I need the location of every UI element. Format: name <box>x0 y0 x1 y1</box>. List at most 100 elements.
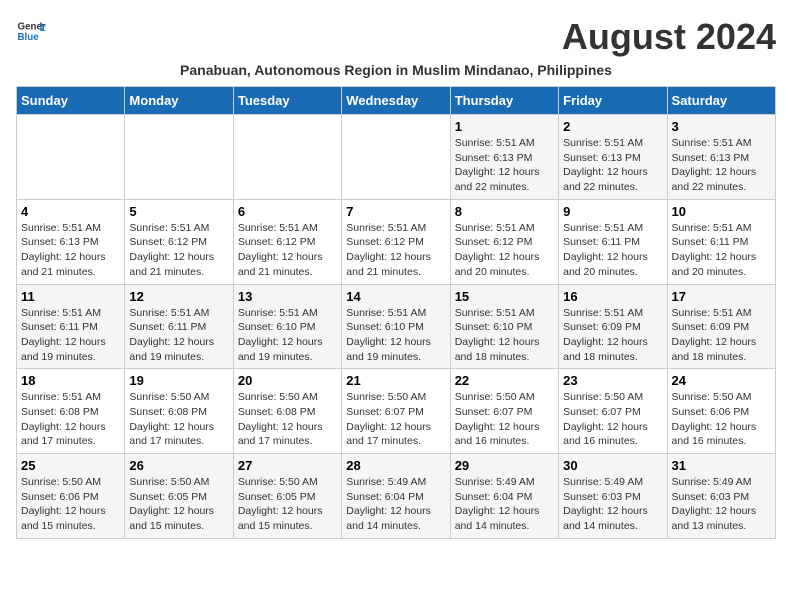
day-header-monday: Monday <box>125 87 233 115</box>
day-info: Sunrise: 5:50 AM Sunset: 6:07 PM Dayligh… <box>563 390 662 449</box>
day-info: Sunrise: 5:51 AM Sunset: 6:10 PM Dayligh… <box>346 306 445 365</box>
day-number: 31 <box>672 458 771 473</box>
day-info: Sunrise: 5:51 AM Sunset: 6:13 PM Dayligh… <box>455 136 554 195</box>
day-number: 21 <box>346 373 445 388</box>
calendar-cell: 9 Sunrise: 5:51 AM Sunset: 6:11 PM Daylig… <box>559 199 667 284</box>
calendar-cell <box>342 115 450 200</box>
day-info: Sunrise: 5:51 AM Sunset: 6:11 PM Dayligh… <box>563 221 662 280</box>
day-number: 14 <box>346 289 445 304</box>
calendar-cell: 25 Sunrise: 5:50 AM Sunset: 6:06 PM Dayli… <box>17 454 125 539</box>
day-number: 6 <box>238 204 337 219</box>
calendar-cell: 18Sunrise: 5:51 AM Sunset: 6:08 PM Dayli… <box>17 369 125 454</box>
day-number: 9 <box>563 204 662 219</box>
day-info: Sunrise: 5:51 AM Sunset: 6:12 PM Dayligh… <box>455 221 554 280</box>
calendar-cell: 17 Sunrise: 5:51 AM Sunset: 6:09 PM Dayli… <box>667 284 775 369</box>
calendar-cell: 1 Sunrise: 5:51 AM Sunset: 6:13 PM Daylig… <box>450 115 558 200</box>
day-info: Sunrise: 5:51 AM Sunset: 6:09 PM Dayligh… <box>563 306 662 365</box>
day-info: Sunrise: 5:51 AM Sunset: 6:12 PM Dayligh… <box>238 221 337 280</box>
calendar-cell: 27 Sunrise: 5:50 AM Sunset: 6:05 PM Dayli… <box>233 454 341 539</box>
day-info: Sunrise: 5:50 AM Sunset: 6:06 PM Dayligh… <box>672 390 771 449</box>
day-header-saturday: Saturday <box>667 87 775 115</box>
calendar-body: 1 Sunrise: 5:51 AM Sunset: 6:13 PM Daylig… <box>17 115 776 539</box>
day-number: 25 <box>21 458 120 473</box>
calendar-cell: 4 Sunrise: 5:51 AM Sunset: 6:13 PM Daylig… <box>17 199 125 284</box>
calendar-cell: 11Sunrise: 5:51 AM Sunset: 6:11 PM Dayli… <box>17 284 125 369</box>
day-number: 27 <box>238 458 337 473</box>
calendar-cell: 7 Sunrise: 5:51 AM Sunset: 6:12 PM Daylig… <box>342 199 450 284</box>
day-info: Sunrise: 5:51 AM Sunset: 6:13 PM Dayligh… <box>672 136 771 195</box>
day-info: Sunrise: 5:51 AM Sunset: 6:11 PM Dayligh… <box>21 306 120 365</box>
day-info: Sunrise: 5:51 AM Sunset: 6:13 PM Dayligh… <box>21 221 120 280</box>
calendar-cell: 30Sunrise: 5:49 AM Sunset: 6:03 PM Dayli… <box>559 454 667 539</box>
day-header-wednesday: Wednesday <box>342 87 450 115</box>
day-number: 20 <box>238 373 337 388</box>
day-info: Sunrise: 5:49 AM Sunset: 6:04 PM Dayligh… <box>346 475 445 534</box>
header: General Blue August 2024 <box>16 16 776 58</box>
calendar-cell: 28Sunrise: 5:49 AM Sunset: 6:04 PM Dayli… <box>342 454 450 539</box>
calendar-cell: 21 Sunrise: 5:50 AM Sunset: 6:07 PM Dayli… <box>342 369 450 454</box>
day-number: 19 <box>129 373 228 388</box>
day-number: 13 <box>238 289 337 304</box>
day-info: Sunrise: 5:51 AM Sunset: 6:13 PM Dayligh… <box>563 136 662 195</box>
logo-icon: General Blue <box>16 16 46 46</box>
week-row-3: 11Sunrise: 5:51 AM Sunset: 6:11 PM Dayli… <box>17 284 776 369</box>
day-info: Sunrise: 5:50 AM Sunset: 6:05 PM Dayligh… <box>238 475 337 534</box>
calendar-cell: 26 Sunrise: 5:50 AM Sunset: 6:05 PM Dayli… <box>125 454 233 539</box>
day-info: Sunrise: 5:50 AM Sunset: 6:05 PM Dayligh… <box>129 475 228 534</box>
calendar-cell: 31 Sunrise: 5:49 AM Sunset: 6:03 PM Dayli… <box>667 454 775 539</box>
day-info: Sunrise: 5:51 AM Sunset: 6:11 PM Dayligh… <box>672 221 771 280</box>
day-number: 2 <box>563 119 662 134</box>
day-number: 30 <box>563 458 662 473</box>
day-info: Sunrise: 5:50 AM Sunset: 6:07 PM Dayligh… <box>455 390 554 449</box>
day-header-friday: Friday <box>559 87 667 115</box>
day-number: 7 <box>346 204 445 219</box>
calendar-cell: 20 Sunrise: 5:50 AM Sunset: 6:08 PM Dayli… <box>233 369 341 454</box>
day-number: 10 <box>672 204 771 219</box>
day-number: 4 <box>21 204 120 219</box>
day-header-tuesday: Tuesday <box>233 87 341 115</box>
calendar-cell: 23 Sunrise: 5:50 AM Sunset: 6:07 PM Dayli… <box>559 369 667 454</box>
calendar-cell <box>17 115 125 200</box>
calendar-cell: 15 Sunrise: 5:51 AM Sunset: 6:10 PM Dayli… <box>450 284 558 369</box>
day-header-thursday: Thursday <box>450 87 558 115</box>
day-info: Sunrise: 5:50 AM Sunset: 6:07 PM Dayligh… <box>346 390 445 449</box>
calendar-cell: 29 Sunrise: 5:49 AM Sunset: 6:04 PM Dayli… <box>450 454 558 539</box>
week-row-1: 1 Sunrise: 5:51 AM Sunset: 6:13 PM Daylig… <box>17 115 776 200</box>
day-info: Sunrise: 5:50 AM Sunset: 6:08 PM Dayligh… <box>238 390 337 449</box>
calendar-cell: 14 Sunrise: 5:51 AM Sunset: 6:10 PM Dayli… <box>342 284 450 369</box>
day-info: Sunrise: 5:49 AM Sunset: 6:03 PM Dayligh… <box>672 475 771 534</box>
day-number: 16 <box>563 289 662 304</box>
week-row-4: 18Sunrise: 5:51 AM Sunset: 6:08 PM Dayli… <box>17 369 776 454</box>
calendar-cell: 22Sunrise: 5:50 AM Sunset: 6:07 PM Dayli… <box>450 369 558 454</box>
calendar-table: SundayMondayTuesdayWednesdayThursdayFrid… <box>16 86 776 539</box>
day-info: Sunrise: 5:51 AM Sunset: 6:11 PM Dayligh… <box>129 306 228 365</box>
calendar-cell: 13 Sunrise: 5:51 AM Sunset: 6:10 PM Dayli… <box>233 284 341 369</box>
calendar-cell: 2 Sunrise: 5:51 AM Sunset: 6:13 PM Daylig… <box>559 115 667 200</box>
day-number: 15 <box>455 289 554 304</box>
svg-text:Blue: Blue <box>18 32 40 43</box>
day-number: 18 <box>21 373 120 388</box>
day-number: 26 <box>129 458 228 473</box>
day-info: Sunrise: 5:51 AM Sunset: 6:09 PM Dayligh… <box>672 306 771 365</box>
day-number: 29 <box>455 458 554 473</box>
calendar-cell <box>125 115 233 200</box>
day-info: Sunrise: 5:49 AM Sunset: 6:04 PM Dayligh… <box>455 475 554 534</box>
day-number: 8 <box>455 204 554 219</box>
calendar-cell: 19 Sunrise: 5:50 AM Sunset: 6:08 PM Dayli… <box>125 369 233 454</box>
day-info: Sunrise: 5:51 AM Sunset: 6:12 PM Dayligh… <box>346 221 445 280</box>
day-number: 24 <box>672 373 771 388</box>
day-number: 23 <box>563 373 662 388</box>
day-number: 5 <box>129 204 228 219</box>
day-info: Sunrise: 5:50 AM Sunset: 6:06 PM Dayligh… <box>21 475 120 534</box>
week-row-5: 25 Sunrise: 5:50 AM Sunset: 6:06 PM Dayli… <box>17 454 776 539</box>
day-number: 1 <box>455 119 554 134</box>
day-number: 3 <box>672 119 771 134</box>
day-info: Sunrise: 5:51 AM Sunset: 6:10 PM Dayligh… <box>238 306 337 365</box>
calendar-cell <box>233 115 341 200</box>
day-info: Sunrise: 5:51 AM Sunset: 6:10 PM Dayligh… <box>455 306 554 365</box>
month-title: August 2024 <box>562 16 776 58</box>
day-number: 17 <box>672 289 771 304</box>
day-info: Sunrise: 5:50 AM Sunset: 6:08 PM Dayligh… <box>129 390 228 449</box>
day-number: 12 <box>129 289 228 304</box>
calendar-cell: 16 Sunrise: 5:51 AM Sunset: 6:09 PM Dayli… <box>559 284 667 369</box>
